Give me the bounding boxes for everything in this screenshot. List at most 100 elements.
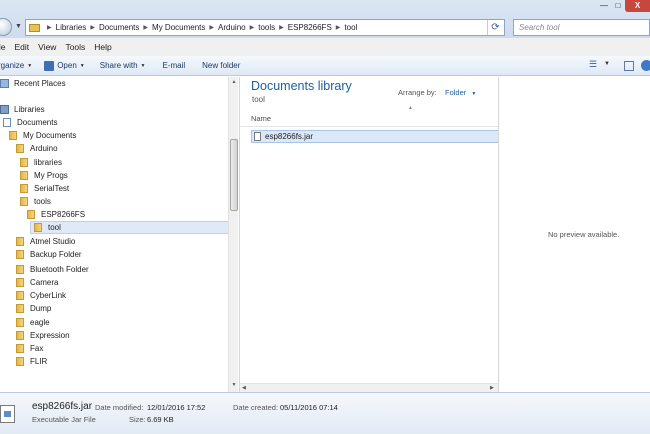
- scroll-down-icon[interactable]: ▼: [229, 380, 239, 390]
- tree-item-expression[interactable]: Expression: [16, 329, 70, 342]
- menu-edit[interactable]: Edit: [15, 42, 30, 52]
- chevron-down-icon: ▼: [27, 62, 33, 69]
- arrange-by-label: Arrange by:: [398, 88, 437, 97]
- share-with-label: Share with: [99, 61, 138, 70]
- breadcrumb-esp8266fs[interactable]: ESP8266FS: [288, 23, 332, 32]
- tree-label: Camera: [30, 278, 59, 287]
- new-folder-button[interactable]: New folder: [202, 61, 240, 70]
- breadcrumb-separator[interactable]: ▶: [209, 24, 214, 31]
- chevron-down-icon[interactable]: ▼: [604, 61, 610, 67]
- tree-item-my-progs[interactable]: My Progs: [20, 169, 68, 182]
- navigation-scrollbar[interactable]: ▲ ▼: [228, 77, 238, 392]
- folder-icon: [20, 158, 28, 167]
- breadcrumb-documents[interactable]: Documents: [99, 23, 139, 32]
- tree-item-arduino[interactable]: Arduino: [16, 142, 58, 155]
- arrange-by-value: Folder: [445, 88, 467, 97]
- breadcrumb-separator: ▶: [47, 25, 52, 31]
- menu-file[interactable]: ile: [0, 42, 6, 52]
- tree-item-libraries-folder[interactable]: libraries: [20, 156, 62, 169]
- tree-item-atmel-studio[interactable]: Atmel Studio: [16, 235, 75, 248]
- organize-button[interactable]: rganize ▼: [0, 61, 32, 70]
- folder-icon: [16, 237, 24, 246]
- email-button[interactable]: E-mail: [162, 61, 185, 70]
- chevron-down-icon: ▼: [140, 62, 146, 69]
- breadcrumb-arduino[interactable]: Arduino: [218, 23, 246, 32]
- maximize-button[interactable]: □: [611, 0, 625, 12]
- arrange-by-dropdown[interactable]: Folder ▼: [445, 88, 476, 97]
- breadcrumb-my-documents[interactable]: My Documents: [152, 23, 205, 32]
- tree-item-dump[interactable]: Dump: [16, 302, 51, 315]
- minimize-button[interactable]: —: [597, 0, 611, 12]
- breadcrumb-tool[interactable]: tool: [344, 23, 357, 32]
- tree-item-cyberlink[interactable]: CyberLink: [16, 289, 66, 302]
- tree-item-bluetooth-folder[interactable]: Bluetooth Folder: [16, 263, 89, 276]
- tree-item-camera[interactable]: Camera: [16, 276, 58, 289]
- tree-item-fax[interactable]: Fax: [16, 342, 43, 355]
- file-row[interactable]: esp8266fs.jar: [251, 130, 499, 143]
- folder-icon: [20, 184, 28, 193]
- jar-file-icon: [0, 405, 15, 423]
- menu-tools[interactable]: Tools: [65, 42, 85, 52]
- breadcrumb-separator[interactable]: ▶: [250, 24, 255, 31]
- folder-icon: [16, 331, 24, 340]
- library-subtitle: tool: [252, 95, 265, 104]
- help-icon[interactable]: [641, 60, 650, 71]
- tree-label: Libraries: [14, 105, 45, 114]
- tree-item-esp8266fs[interactable]: ESP8266FS: [27, 208, 85, 221]
- folder-icon: [16, 318, 24, 327]
- tree-item-serialtest[interactable]: SerialTest: [20, 182, 69, 195]
- tree-label: Atmel Studio: [30, 237, 76, 246]
- folder-icon: [16, 278, 24, 287]
- scrollbar-thumb[interactable]: [230, 139, 238, 211]
- open-button[interactable]: Open ▼: [44, 60, 85, 71]
- breadcrumb-separator[interactable]: ▶: [143, 24, 148, 31]
- tree-item-my-documents[interactable]: My Documents: [9, 129, 76, 142]
- tree-item-libraries[interactable]: Libraries: [0, 103, 45, 116]
- change-view-icon[interactable]: ☰: [589, 59, 597, 70]
- folder-icon: [27, 210, 35, 219]
- menu-help[interactable]: Help: [94, 42, 111, 52]
- search-input[interactable]: Search tool: [513, 19, 650, 36]
- tree-item-eagle[interactable]: eagle: [16, 316, 50, 329]
- share-with-button[interactable]: Share with ▼: [100, 61, 146, 70]
- menu-view[interactable]: View: [38, 42, 56, 52]
- tree-label: eagle: [30, 318, 50, 327]
- tree-item-tools[interactable]: tools: [20, 195, 51, 208]
- breadcrumb-separator[interactable]: ▶: [279, 24, 284, 31]
- breadcrumb-separator[interactable]: ▶: [90, 24, 95, 31]
- recent-pages-dropdown[interactable]: ▼: [15, 23, 22, 30]
- organize-label: rganize: [0, 61, 25, 70]
- tree-label: SerialTest: [34, 184, 70, 193]
- recent-places-icon: [0, 79, 9, 88]
- close-button[interactable]: X: [625, 0, 650, 12]
- tree-item-flir[interactable]: FLIR: [16, 355, 47, 368]
- tree-label: ESP8266FS: [41, 210, 86, 219]
- folder-icon: [16, 344, 24, 353]
- folder-icon: [16, 291, 24, 300]
- tree-item-backup-folder[interactable]: Backup Folder: [16, 248, 82, 261]
- preview-pane-icon[interactable]: [624, 61, 634, 71]
- details-file-name: esp8266fs.jar: [32, 401, 93, 412]
- breadcrumb-libraries[interactable]: Libraries: [56, 23, 87, 32]
- tree-label: Dump: [30, 304, 52, 313]
- breadcrumb-tools[interactable]: tools: [258, 23, 275, 32]
- preview-pane: No preview available.: [498, 77, 650, 392]
- tree-item-tool[interactable]: tool: [30, 221, 228, 234]
- date-created-value: 05/11/2016 07:14: [280, 403, 338, 412]
- back-button[interactable]: [0, 18, 12, 36]
- refresh-icon[interactable]: ⟳: [487, 20, 503, 35]
- open-label: Open: [57, 61, 77, 70]
- breadcrumb-separator[interactable]: ▶: [336, 24, 341, 31]
- tree-label: FLIR: [30, 357, 48, 366]
- chevron-down-icon: ▼: [471, 91, 477, 97]
- scroll-up-icon[interactable]: ▲: [229, 77, 239, 87]
- column-header-name[interactable]: Name: [251, 114, 271, 123]
- tree-item-documents[interactable]: Documents: [3, 116, 57, 129]
- folder-icon: [16, 250, 24, 259]
- command-bar: rganize ▼ Open ▼ Share with ▼ E-mail New…: [0, 56, 650, 76]
- tree-label: My Documents: [23, 131, 77, 140]
- address-bar[interactable]: ▶ Libraries ▶ Documents ▶ My Documents ▶…: [25, 19, 505, 36]
- tree-label: Arduino: [30, 144, 58, 153]
- horizontal-scrollbar[interactable]: ◀ ▶: [240, 383, 499, 392]
- tree-item-recent-places[interactable]: Recent Places: [0, 77, 66, 90]
